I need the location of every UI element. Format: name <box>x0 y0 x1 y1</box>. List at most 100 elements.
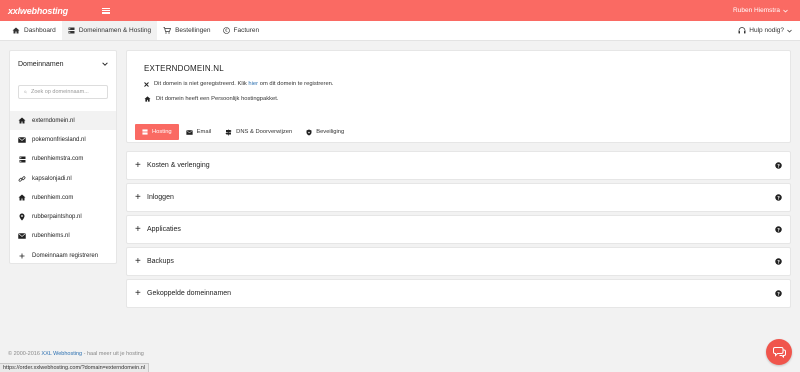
map-pin-icon <box>19 213 25 221</box>
nav-bestellingen[interactable]: Bestellingen <box>157 21 216 40</box>
help-icon[interactable]: ? <box>775 162 782 169</box>
svg-text:?: ? <box>777 227 780 233</box>
nav-dashboard[interactable]: Dashboard <box>6 21 62 40</box>
sidebar-item-pokemonfriesland[interactable]: pokemonfriesland.nl <box>10 130 116 149</box>
nav-label: Bestellingen <box>175 27 211 34</box>
domain-tabs: Hosting Email DNS & Doorverwijzen Beveil… <box>135 124 351 140</box>
accordion-backups[interactable]: + Backups ? <box>126 247 791 276</box>
accordion-label: Kosten & verlenging <box>147 162 210 169</box>
accordion-applicaties[interactable]: + Applicaties ? <box>126 215 791 244</box>
domain-search-input[interactable] <box>31 89 102 95</box>
expand-plus-icon: + <box>135 223 141 235</box>
chevron-down-icon <box>102 62 108 66</box>
plus-icon <box>19 253 25 259</box>
cart-icon <box>163 27 172 34</box>
register-here-link[interactable]: hier <box>248 81 258 87</box>
home-icon <box>12 27 20 34</box>
nav-label: Domeinnamen & Hosting <box>78 27 152 34</box>
svg-text:?: ? <box>777 291 780 297</box>
sidebar-item-externdomein[interactable]: externdomein.nl <box>10 111 116 131</box>
sidebar-item-label: rubenhiem.com <box>32 194 74 201</box>
signpost-icon <box>225 129 232 135</box>
nav-label: Dashboard <box>24 27 56 34</box>
footer-copyright: © 2000-2016 <box>8 351 40 357</box>
accordion-inloggen[interactable]: + Inloggen ? <box>126 183 791 212</box>
help-icon[interactable]: ? <box>775 290 782 297</box>
chat-button[interactable] <box>766 339 792 365</box>
home-icon <box>18 194 26 201</box>
expand-plus-icon: + <box>135 287 141 299</box>
tab-dns[interactable]: DNS & Doorverwijzen <box>218 124 299 140</box>
accordion-label: Gekoppelde domeinnamen <box>147 290 232 297</box>
accordion-gekoppelde-domeinnamen[interactable]: + Gekoppelde domeinnamen ? <box>126 279 791 308</box>
tab-label: DNS & Doorverwijzen <box>236 129 293 135</box>
home-icon <box>18 117 26 124</box>
brand-logo[interactable]: xxlwebhosting <box>8 6 68 16</box>
footer-brand-link[interactable]: XXL Webhosting <box>41 351 82 357</box>
chat-icon <box>772 347 786 358</box>
help-icon[interactable]: ? <box>775 226 782 233</box>
main-nav: Dashboard Domeinnamen & Hosting Bestelli… <box>0 21 800 41</box>
tab-label: Beveiliging <box>316 129 345 135</box>
sidebar-item-rubberpaintshop[interactable]: rubberpaintshop.nl <box>10 207 116 226</box>
tab-label: Hosting <box>152 129 172 135</box>
accordion-label: Applicaties <box>147 226 181 233</box>
chevron-down-icon <box>787 29 792 33</box>
sidebar-item-label: rubberpaintshop.nl <box>32 214 82 221</box>
nav-domeinnamen-hosting[interactable]: Domeinnamen & Hosting <box>61 21 158 40</box>
sidebar-item-rubenhiem[interactable]: rubenhiem.com <box>10 188 116 207</box>
chevron-down-icon <box>783 9 788 13</box>
sidebar-item-label: externdomein.nl <box>32 117 75 124</box>
close-icon <box>144 81 149 87</box>
euro-icon: € <box>222 27 230 34</box>
svg-text:?: ? <box>777 163 780 169</box>
domain-sidebar: Domeinnamen externdomein.nl pokemonfries… <box>9 50 117 264</box>
sidebar-title: Domeinnamen <box>18 60 64 68</box>
nav-label: Facturen <box>233 27 260 34</box>
mail-icon <box>186 129 193 135</box>
help-menu[interactable]: Hulp nodig? <box>738 21 792 40</box>
sidebar-item-rubenhiemstra[interactable]: rubenhiemstra.com <box>10 150 116 169</box>
tab-label: Email <box>196 129 212 135</box>
expand-plus-icon: + <box>135 255 141 267</box>
help-label: Hulp nodig? <box>749 27 784 34</box>
top-bar: xxlwebhosting Ruben Hiemstra <box>0 0 800 21</box>
help-icon[interactable]: ? <box>775 258 782 265</box>
sidebar-item-label: kapsalonjadi.nl <box>32 175 72 182</box>
footer-tagline: - haal meer uit je hosting <box>83 351 144 357</box>
browser-status-url: https://order.xxlwebhosting.com/?domain=… <box>0 363 150 372</box>
tab-hosting[interactable]: Hosting <box>135 124 179 140</box>
sidebar-item-label: rubenhiems.nl <box>32 233 70 240</box>
sidebar-item-label: pokemonfriesland.nl <box>32 136 86 143</box>
home-icon <box>144 96 151 102</box>
nav-facturen[interactable]: € Facturen <box>217 21 266 40</box>
svg-text:?: ? <box>777 195 780 201</box>
domain-hosting-notice: Dit domein heeft een Persoonlijk hosting… <box>144 96 278 102</box>
sidebar-header[interactable]: Domeinnamen <box>10 51 116 77</box>
svg-text:?: ? <box>777 259 780 265</box>
sidebar-item-kapsalonjadi[interactable]: kapsalonjadi.nl <box>10 169 116 188</box>
sidebar-item-register-domain[interactable]: Domeinnaam registreren <box>10 246 116 265</box>
sidebar-item-label: Domeinnaam registreren <box>32 252 99 259</box>
user-name: Ruben Hiemstra <box>733 7 780 14</box>
svg-text:€: € <box>225 28 228 33</box>
user-menu[interactable]: Ruben Hiemstra <box>733 7 788 14</box>
headset-icon <box>738 27 746 34</box>
tab-beveiliging[interactable]: Beveiliging <box>299 124 351 140</box>
storage-icon <box>19 156 25 163</box>
sidebar-item-label: rubenhiemstra.com <box>32 156 84 163</box>
menu-toggle-icon[interactable] <box>101 7 110 15</box>
expand-plus-icon: + <box>135 191 141 203</box>
mail-icon <box>18 233 26 240</box>
notice-text-after: om dit domein te registreren. <box>259 81 334 87</box>
tab-email[interactable]: Email <box>179 124 219 140</box>
shield-icon <box>306 129 312 135</box>
domain-title: EXTERNDOMEIN.NL <box>144 64 224 73</box>
storage-icon <box>68 27 75 34</box>
accordion-kosten-verlenging[interactable]: + Kosten & verlenging ? <box>126 151 791 180</box>
help-icon[interactable]: ? <box>775 194 782 201</box>
domain-search[interactable] <box>18 85 108 99</box>
mail-icon <box>18 137 26 143</box>
sidebar-item-rubenhiems[interactable]: rubenhiems.nl <box>10 227 116 246</box>
accordion-label: Inloggen <box>147 194 174 201</box>
